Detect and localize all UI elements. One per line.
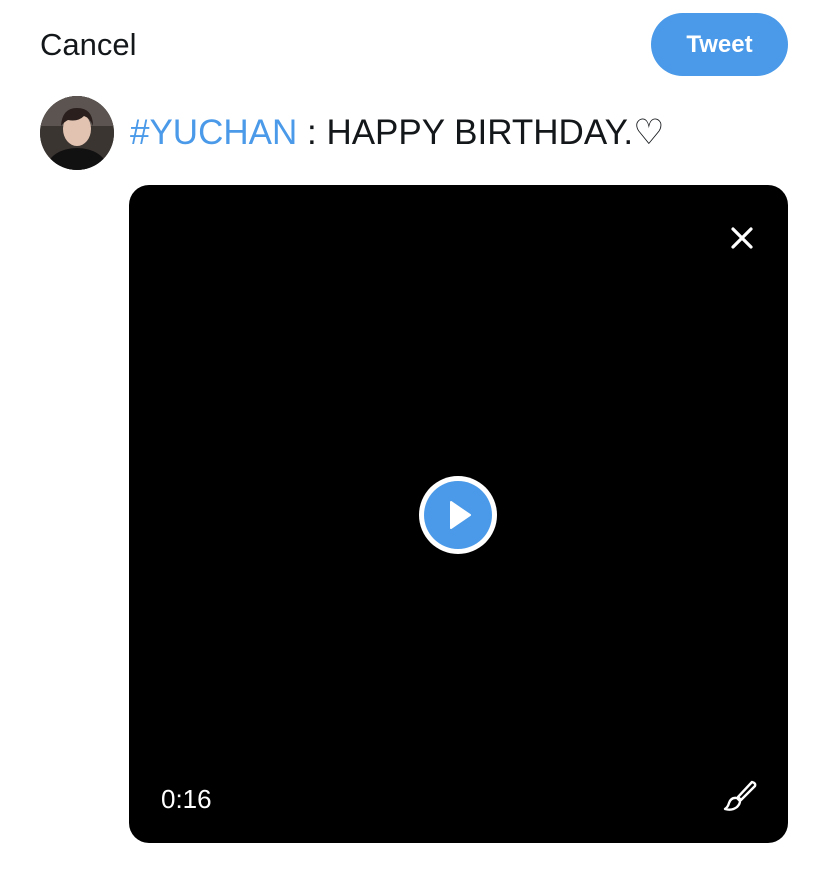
paintbrush-icon [723,780,757,811]
avatar-image [40,96,114,170]
close-icon [731,227,753,249]
compose-tweet-screen: Cancel Tweet #YUCHAN : HAPPY BIRTHDAY.♡ … [0,0,828,876]
tweet-button[interactable]: Tweet [651,13,788,76]
tweet-body-text: : HAPPY BIRTHDAY.♡ [297,113,665,152]
edit-media-button[interactable] [718,774,762,818]
cancel-button[interactable]: Cancel [40,26,137,64]
play-icon [450,501,471,529]
avatar[interactable] [40,96,114,170]
remove-media-button[interactable] [716,212,768,264]
play-button[interactable] [419,476,497,554]
hashtag-link[interactable]: #YUCHAN [130,113,297,152]
video-duration: 0:16 [161,784,212,814]
play-button-inner [424,481,492,549]
tweet-text[interactable]: #YUCHAN : HAPPY BIRTHDAY.♡ [130,112,665,154]
